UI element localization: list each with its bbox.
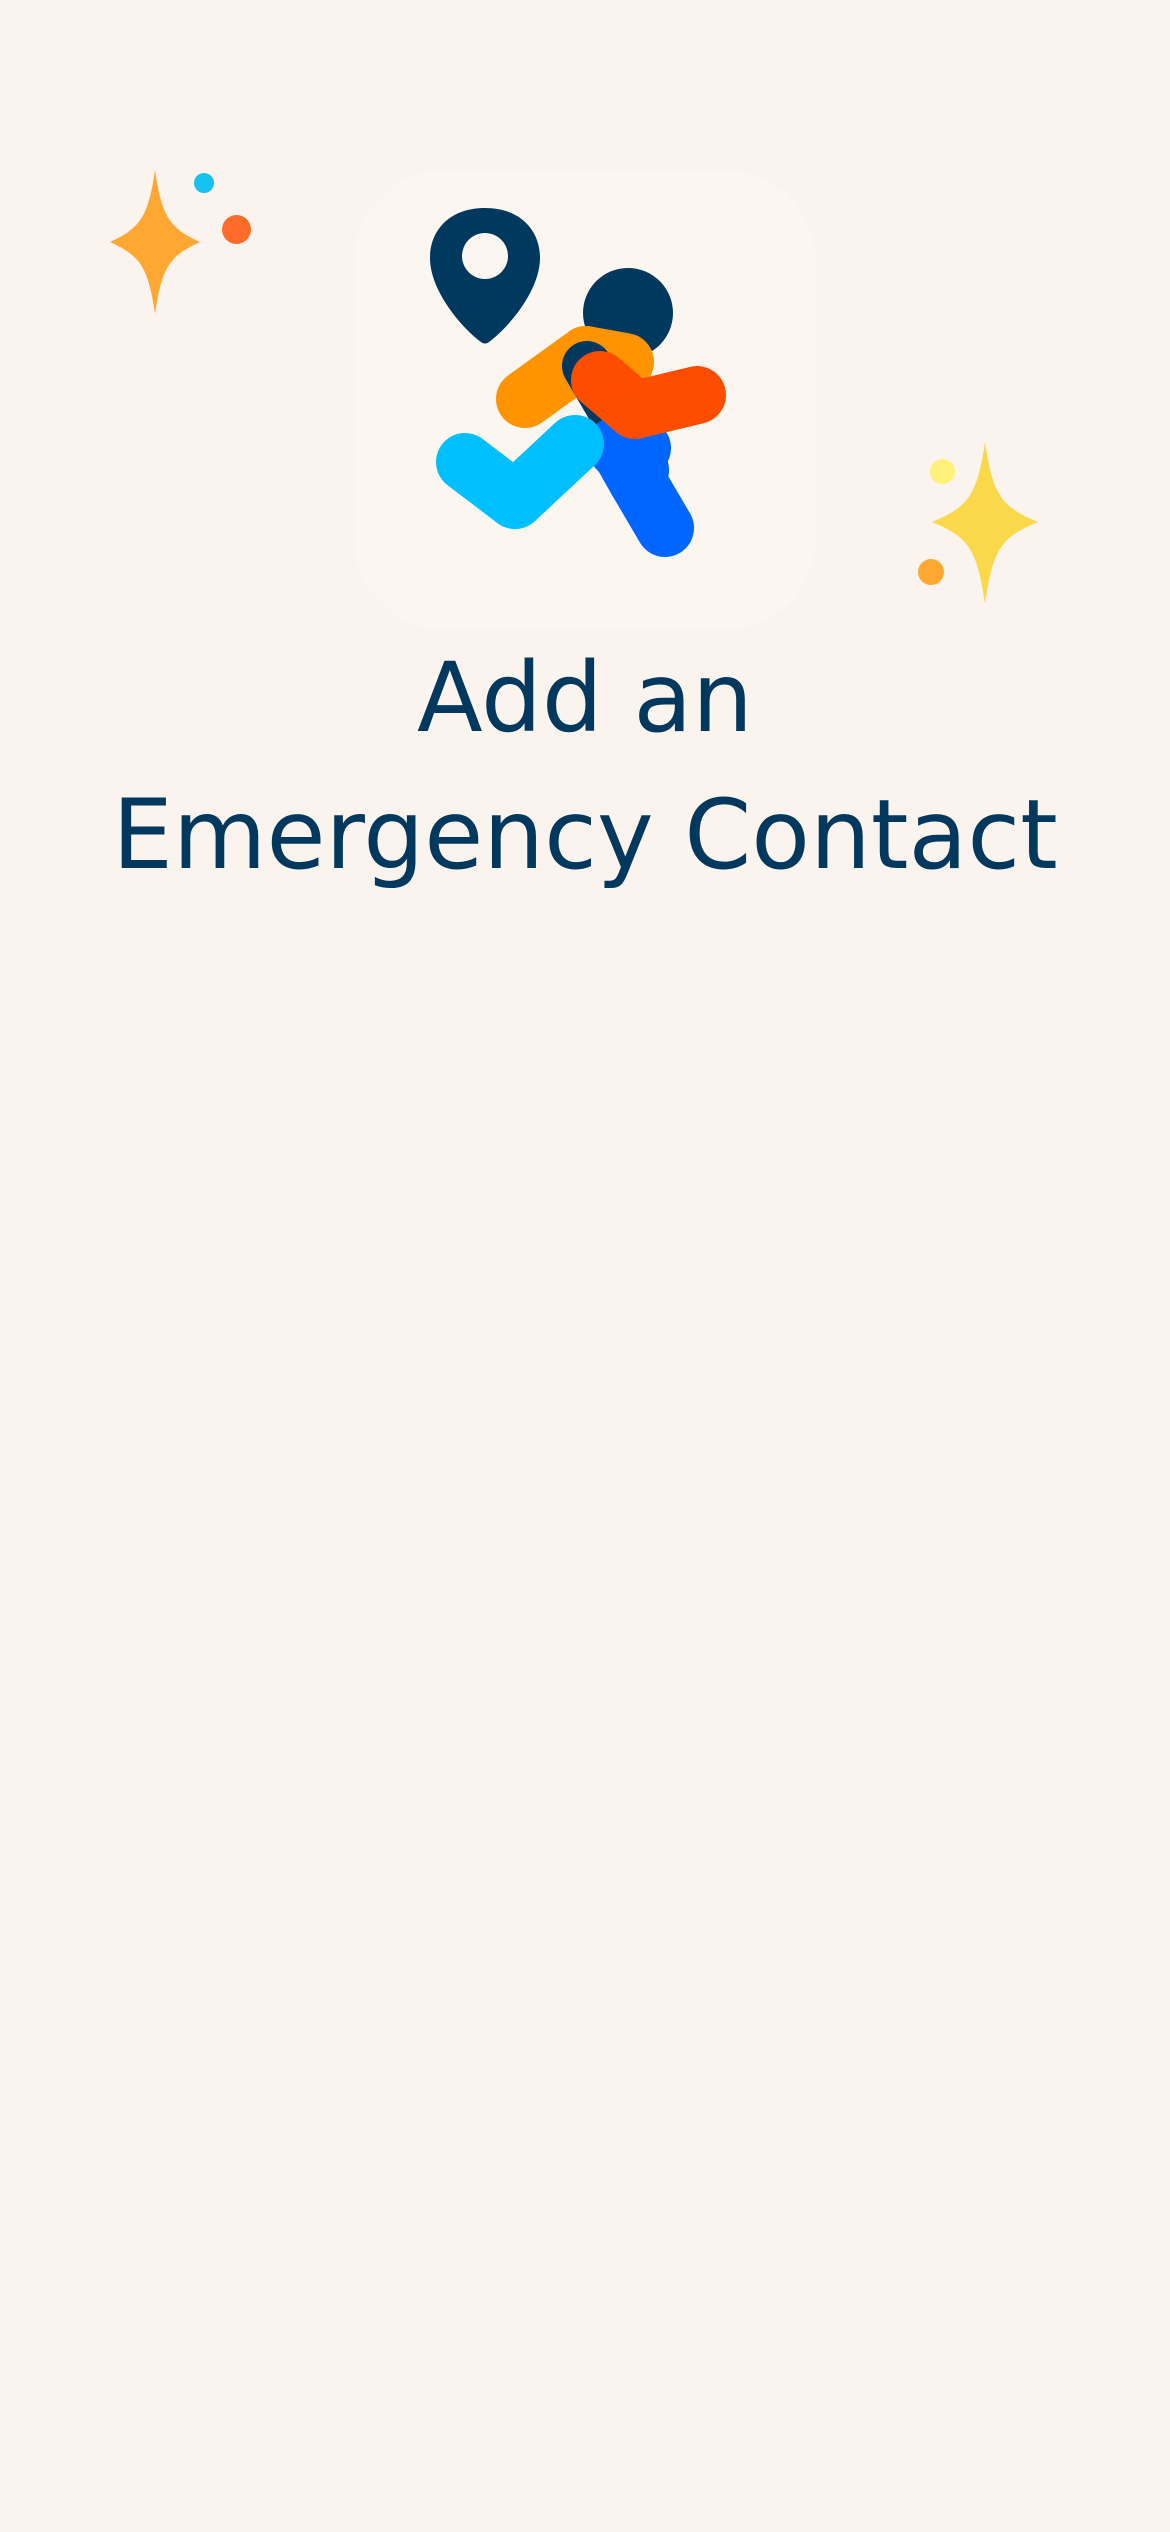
decorative-dot	[918, 559, 944, 585]
onboarding-screen: Add an Emergency Contact	[0, 0, 1170, 2532]
location-pin-icon	[430, 208, 540, 344]
decorative-dot	[930, 459, 955, 484]
sparkle-icon	[110, 170, 200, 314]
decorative-dot	[194, 173, 214, 193]
checkmark-icon	[436, 415, 604, 529]
decorative-dot	[222, 215, 251, 244]
title-line-2: Emergency Contact	[112, 779, 1058, 891]
emergency-contact-app-icon	[430, 208, 726, 557]
page-title: Add an Emergency Contact	[60, 630, 1110, 904]
title-line-1: Add an	[416, 642, 754, 754]
